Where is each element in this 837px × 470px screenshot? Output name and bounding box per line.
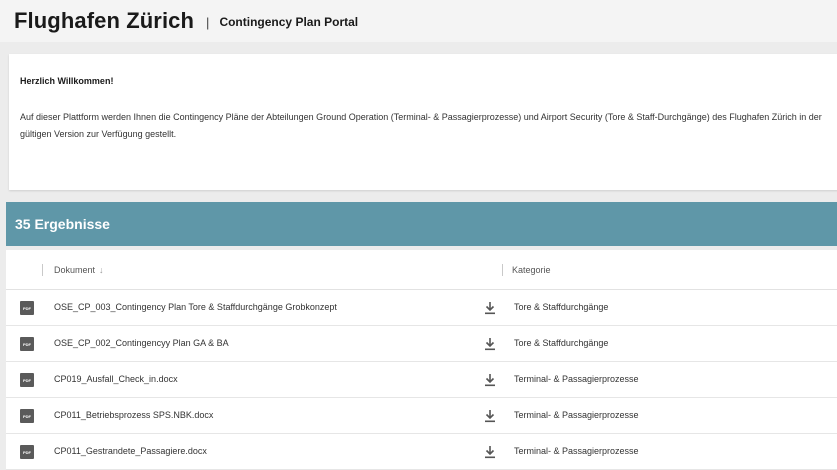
- category-label: Terminal- & Passagierprozesse: [514, 374, 639, 384]
- download-icon[interactable]: [484, 445, 496, 459]
- pdf-file-icon: PDF: [20, 301, 34, 315]
- portal-subtitle: Contingency Plan Portal: [219, 15, 359, 29]
- download-icon[interactable]: [484, 373, 496, 387]
- table-row[interactable]: PDF OSE_CP_003_Contingency Plan Tore & St…: [6, 290, 837, 326]
- pdf-file-icon: PDF: [20, 337, 34, 351]
- results-count: 35 Ergebnisse: [15, 216, 110, 232]
- document-name-link[interactable]: OSE_CP_003_Contingency Plan Tore & Staff…: [54, 302, 337, 312]
- pdf-file-icon: PDF: [20, 373, 34, 387]
- download-icon[interactable]: [484, 301, 496, 315]
- document-name-link[interactable]: CP011_Betriebsprozess SPS.NBK.docx: [54, 410, 213, 420]
- table-row[interactable]: PDF CP011_Betriebsprozess SPS.NBK.docx Ter…: [6, 398, 837, 434]
- documents-table: Dokument ↓ Kategorie PDF OSE_CP_003_Contin…: [6, 250, 837, 470]
- document-name-link[interactable]: OSE_CP_002_Contingencyy Plan GA & BA: [54, 338, 229, 348]
- table-row[interactable]: PDF OSE_CP_002_Contingencyy Plan GA & BA T…: [6, 326, 837, 362]
- document-name-link[interactable]: CP019_Ausfall_Check_in.docx: [54, 374, 178, 384]
- table-body: PDF OSE_CP_003_Contingency Plan Tore & St…: [6, 290, 837, 470]
- download-icon[interactable]: [484, 337, 496, 351]
- column-header-document[interactable]: Dokument ↓: [54, 265, 104, 275]
- column-divider: [502, 264, 503, 276]
- column-divider: [42, 264, 43, 276]
- welcome-panel: Herzlich Willkommen! Auf dieser Plattfor…: [9, 54, 837, 190]
- column-header-category[interactable]: Kategorie: [512, 265, 551, 275]
- table-row[interactable]: PDF CP019_Ausfall_Check_in.docx Terminal- …: [6, 362, 837, 398]
- download-icon[interactable]: [484, 409, 496, 423]
- app-header: Flughafen Zürich | Contingency Plan Port…: [0, 0, 837, 42]
- category-label: Tore & Staffdurchgänge: [514, 302, 609, 312]
- category-label: Tore & Staffdurchgänge: [514, 338, 609, 348]
- table-header: Dokument ↓ Kategorie: [6, 250, 837, 290]
- pdf-file-icon: PDF: [20, 445, 34, 459]
- category-label: Terminal- & Passagierprozesse: [514, 446, 639, 456]
- results-count-bar: 35 Ergebnisse: [6, 202, 837, 246]
- column-header-document-label: Dokument: [54, 265, 96, 275]
- brand-title[interactable]: Flughafen Zürich: [14, 8, 194, 34]
- pdf-file-icon: PDF: [20, 409, 34, 423]
- category-label: Terminal- & Passagierprozesse: [514, 410, 639, 420]
- welcome-heading: Herzlich Willkommen!: [20, 76, 114, 86]
- table-row[interactable]: PDF CP011_Gestrandete_Passagiere.docx Term…: [6, 434, 837, 470]
- document-name-link[interactable]: CP011_Gestrandete_Passagiere.docx: [54, 446, 207, 456]
- welcome-text: Auf dieser Plattform werden Ihnen die Co…: [20, 112, 822, 139]
- header-separator: |: [206, 14, 210, 30]
- sort-arrow-icon: ↓: [99, 265, 104, 275]
